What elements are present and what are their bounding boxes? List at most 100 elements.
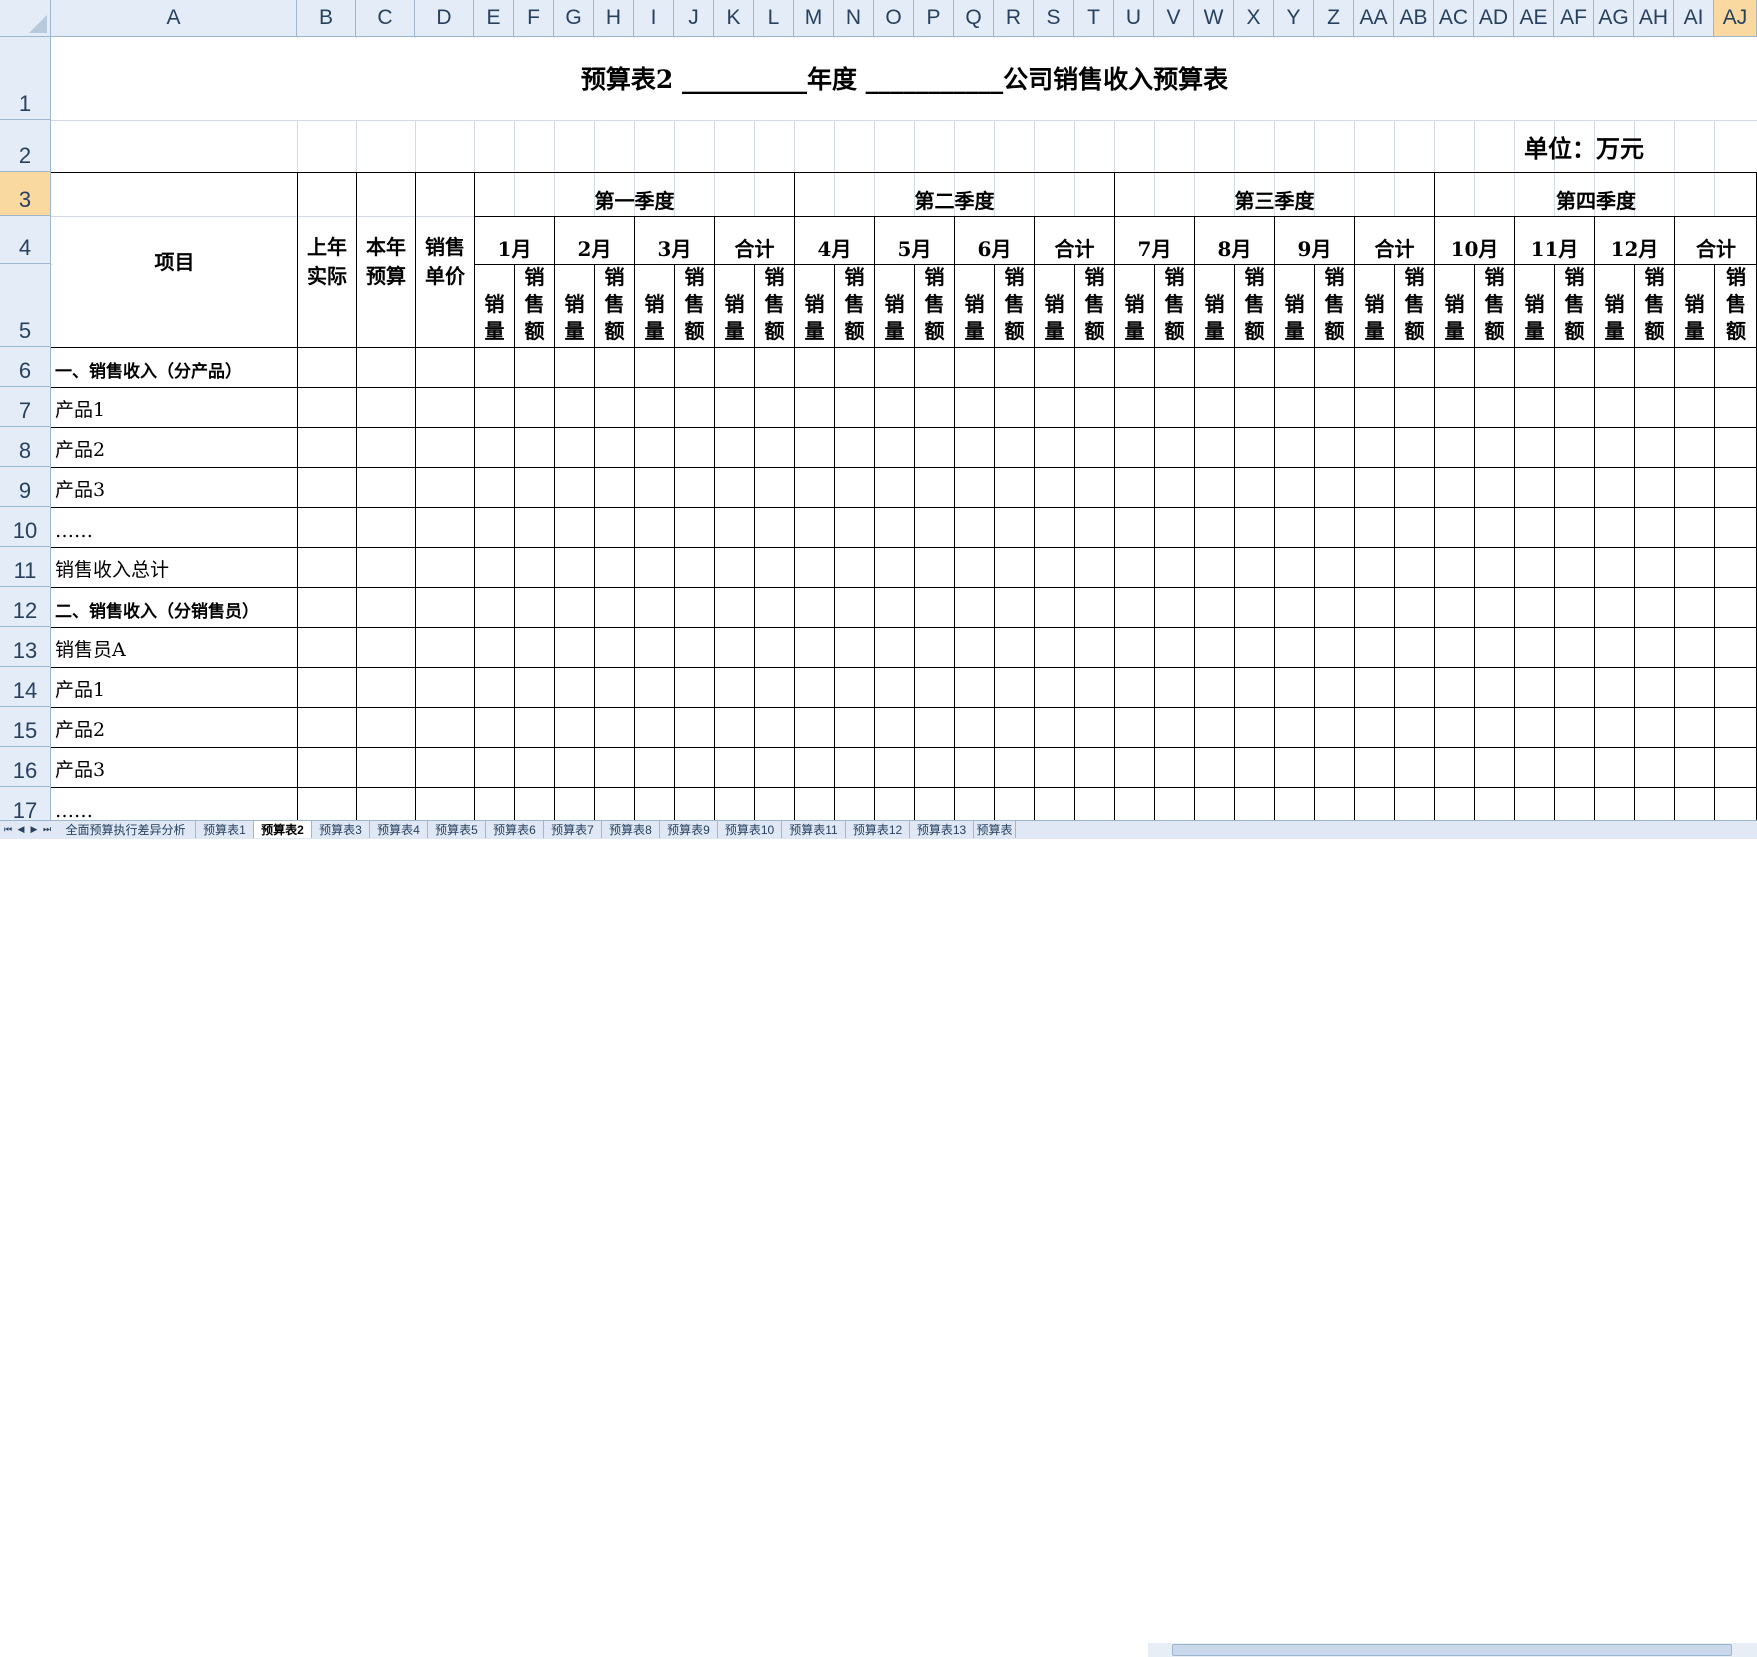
row-label[interactable]: 产品3 [52,468,297,507]
sheet-tab[interactable]: 预算表13 [910,821,974,838]
sales-amount-header[interactable]: 销 售 额 [1715,265,1757,347]
sales-amount-header[interactable]: 销 售 额 [595,265,634,347]
column-header-ag[interactable]: AG [1594,0,1634,37]
sheet-tab[interactable]: 预算表2 [254,821,312,838]
sheet-tab[interactable]: 预算表3 [312,821,370,838]
column-header-p[interactable]: P [914,0,954,37]
header-last-year-actual[interactable]: 上年 实际 [298,173,356,347]
column-header-w[interactable]: W [1194,0,1234,37]
sheet-tab[interactable]: 预算表11 [782,821,846,838]
month-header[interactable]: 合计 [1355,217,1434,264]
column-header-h[interactable]: H [594,0,634,37]
sheet-tab[interactable]: 预算表8 [602,821,660,838]
row-header-10[interactable]: 10 [0,507,51,547]
sales-amount-header[interactable]: 销 售 额 [1315,265,1354,347]
column-header-g[interactable]: G [554,0,594,37]
sales-amount-header[interactable]: 销 售 额 [1395,265,1434,347]
row-header-3[interactable]: 3 [0,172,51,216]
column-header-r[interactable]: R [994,0,1034,37]
month-header[interactable]: 合计 [715,217,794,264]
row-label[interactable]: 销售收入总计 [52,548,297,587]
sales-amount-header[interactable]: 销 售 额 [1235,265,1274,347]
row-header-1[interactable]: 1 [0,37,51,120]
month-header[interactable]: 11月 [1515,217,1594,264]
column-header-j[interactable]: J [674,0,714,37]
sales-qty-header[interactable]: 销 量 [875,265,914,347]
row-label[interactable]: 产品2 [52,428,297,467]
sheet-tab[interactable]: 预算表12 [846,821,910,838]
sheet-tab[interactable]: 预算表6 [486,821,544,838]
row-header-17[interactable]: 17 [0,787,51,820]
row-header-14[interactable]: 14 [0,667,51,707]
row-label[interactable]: 一、销售收入（分产品） [52,348,297,387]
sheet-tab[interactable]: 预算表5 [428,821,486,838]
column-header-v[interactable]: V [1154,0,1194,37]
row-header-4[interactable]: 4 [0,216,51,264]
horizontal-scrollbar[interactable] [1148,1643,1757,1657]
row-label[interactable]: 产品1 [52,388,297,427]
sales-amount-header[interactable]: 销 售 额 [1475,265,1514,347]
month-header[interactable]: 5月 [875,217,954,264]
column-header-x[interactable]: X [1234,0,1274,37]
column-header-ai[interactable]: AI [1674,0,1714,37]
column-header-f[interactable]: F [514,0,554,37]
sales-amount-header[interactable]: 销 售 额 [1155,265,1194,347]
select-all-corner[interactable] [0,0,51,37]
next-sheet-icon[interactable]: ▶ [28,823,40,836]
column-header-s[interactable]: S [1034,0,1074,37]
sales-qty-header[interactable]: 销 量 [795,265,834,347]
sales-amount-header[interactable]: 销 售 额 [755,265,794,347]
sales-amount-header[interactable]: 销 售 额 [915,265,954,347]
column-header-n[interactable]: N [834,0,874,37]
sheet-title[interactable]: 预算表2 __________年度 ___________公司销售收入预算表 [52,40,1757,116]
scrollbar-thumb[interactable] [1172,1644,1732,1656]
last-sheet-icon[interactable]: ⏭ [41,823,53,836]
column-header-m[interactable]: M [794,0,834,37]
row-header-16[interactable]: 16 [0,747,51,787]
sheet-tab[interactable]: 预算表1 [196,821,254,838]
row-header-9[interactable]: 9 [0,467,51,507]
row-label[interactable]: 产品2 [52,708,297,747]
row-header-11[interactable]: 11 [0,547,51,587]
row-header-13[interactable]: 13 [0,627,51,667]
column-header-b[interactable]: B [297,0,356,37]
sales-qty-header[interactable]: 销 量 [1675,265,1714,347]
sales-qty-header[interactable]: 销 量 [1115,265,1154,347]
row-label[interactable]: 产品1 [52,668,297,707]
row-header-7[interactable]: 7 [0,387,51,427]
sales-qty-header[interactable]: 销 量 [715,265,754,347]
column-header-ac[interactable]: AC [1434,0,1474,37]
row-header-12[interactable]: 12 [0,587,51,627]
column-header-k[interactable]: K [714,0,754,37]
column-header-u[interactable]: U [1114,0,1154,37]
sales-amount-header[interactable]: 销 售 额 [995,265,1034,347]
month-header[interactable]: 8月 [1195,217,1274,264]
column-header-i[interactable]: I [634,0,674,37]
quarter-header-4[interactable]: 第四季度 [1435,173,1757,216]
sheet-tab[interactable]: 预算表 [974,821,1016,838]
row-header-2[interactable]: 2 [0,120,51,172]
header-item[interactable]: 项目 [52,173,297,347]
month-header[interactable]: 合计 [1675,217,1757,264]
prev-sheet-icon[interactable]: ◀ [15,823,27,836]
quarter-header-1[interactable]: 第一季度 [475,173,794,216]
sales-qty-header[interactable]: 销 量 [555,265,594,347]
row-header-6[interactable]: 6 [0,347,51,387]
sales-qty-header[interactable]: 销 量 [475,265,514,347]
row-label[interactable]: 销售员A [52,628,297,667]
column-header-q[interactable]: Q [954,0,994,37]
sales-amount-header[interactable]: 销 售 额 [1635,265,1674,347]
month-header[interactable]: 4月 [795,217,874,264]
month-header[interactable]: 9月 [1275,217,1354,264]
column-header-l[interactable]: L [754,0,794,37]
column-header-af[interactable]: AF [1554,0,1594,37]
sales-amount-header[interactable]: 销 售 额 [835,265,874,347]
sales-qty-header[interactable]: 销 量 [635,265,674,347]
quarter-header-3[interactable]: 第三季度 [1115,173,1434,216]
row-label[interactable]: 产品3 [52,748,297,787]
unit-label[interactable]: 单位：万元 [1524,120,1724,172]
month-header[interactable]: 3月 [635,217,714,264]
row-header-15[interactable]: 15 [0,707,51,747]
month-header[interactable]: 6月 [955,217,1034,264]
row-header-5[interactable]: 5 [0,264,51,347]
